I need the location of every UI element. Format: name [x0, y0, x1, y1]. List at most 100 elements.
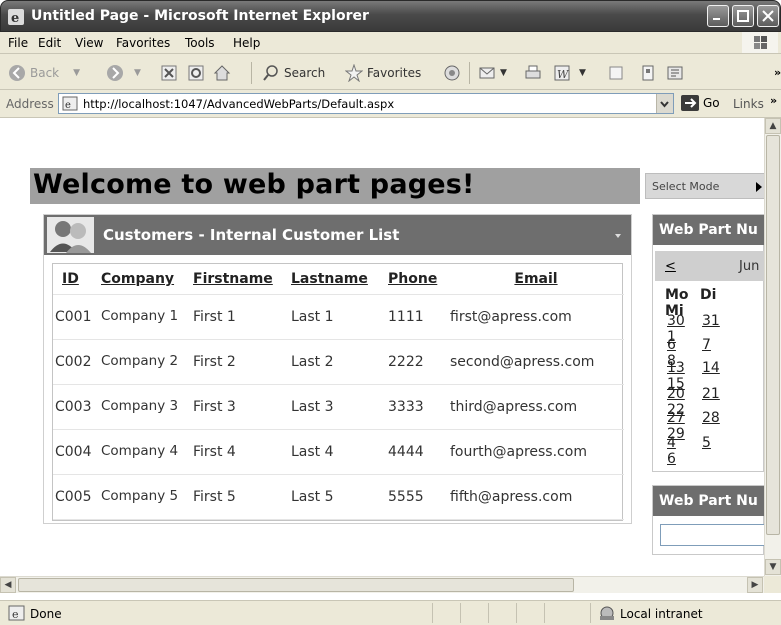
arrow-right-icon [756, 182, 762, 192]
links-button[interactable]: Links [733, 97, 764, 111]
back-arrow-icon [9, 65, 25, 81]
menu-view[interactable]: View [75, 36, 103, 50]
calendar-day[interactable]: 14 [702, 360, 737, 376]
cell-id: C002 [53, 339, 99, 385]
edit-dropdown-icon: ▼ [579, 68, 586, 78]
close-button[interactable] [757, 5, 779, 27]
research-button[interactable] [639, 63, 661, 83]
calendar-day[interactable]: 13 [667, 360, 702, 376]
minimize-icon [713, 18, 720, 20]
research-icon [642, 65, 654, 81]
home-button[interactable] [213, 63, 235, 83]
calendar-day[interactable]: 20 [667, 386, 702, 402]
search-button[interactable]: Search [262, 63, 325, 83]
address-dropdown-button[interactable] [656, 94, 673, 113]
cell-lastname: Last 5 [289, 474, 386, 520]
refresh-icon [188, 65, 204, 81]
cell-firstname: First 5 [191, 474, 289, 520]
minimize-button[interactable] [707, 5, 729, 27]
scroll-down-button[interactable]: ▼ [765, 559, 781, 575]
column-header-company[interactable]: Company [99, 264, 191, 295]
web-part-header: Web Part Nu [653, 486, 764, 516]
menu-edit[interactable]: Edit [38, 36, 61, 50]
go-button[interactable]: Go [681, 95, 720, 111]
calendar-day[interactable]: 4 [667, 435, 702, 451]
web-part-text-input[interactable] [660, 524, 764, 546]
maximize-button[interactable] [732, 5, 754, 27]
customers-web-part: Customers - Internal Customer List ID Co… [43, 214, 632, 524]
users-icon [47, 217, 94, 253]
status-divider [460, 603, 461, 623]
cell-company: Company 2 [99, 339, 191, 385]
search-label: Search [284, 66, 326, 80]
cell-email: second@apress.com [448, 339, 624, 385]
cell-email: third@apress.com [448, 384, 624, 430]
vertical-scroll-thumb[interactable] [766, 135, 780, 535]
chevron-down-icon [660, 101, 669, 108]
refresh-button[interactable] [187, 63, 209, 83]
menu-help[interactable]: Help [233, 36, 260, 50]
day-header: Di [700, 287, 717, 303]
favorites-button[interactable]: Favorites [345, 63, 421, 83]
calendar-day[interactable]: 30 [667, 313, 702, 329]
print-button[interactable] [524, 63, 546, 83]
horizontal-scroll-thumb[interactable] [18, 578, 574, 592]
cell-firstname: First 3 [191, 384, 289, 430]
status-divider [488, 603, 489, 623]
page-viewport: Welcome to web part pages! Select Mode C… [0, 118, 764, 576]
column-header-firstname[interactable]: Firstname [191, 264, 289, 295]
cell-lastname: Last 1 [289, 294, 386, 340]
calendar-day[interactable]: 28 [702, 410, 737, 426]
column-header-lastname[interactable]: Lastname [289, 264, 386, 295]
scroll-right-button[interactable]: ▶ [747, 577, 763, 593]
toolbar-overflow-icon[interactable]: » [774, 66, 781, 79]
calendar-day[interactable]: 21 [702, 386, 737, 402]
print-icon [525, 65, 541, 79]
forward-button[interactable]: ▼ [106, 63, 141, 83]
calendar-day[interactable]: 5 [702, 435, 737, 451]
address-field[interactable]: e http://localhost:1047/AdvancedWebParts… [58, 93, 674, 114]
status-divider [544, 603, 545, 623]
stop-button[interactable] [160, 63, 182, 83]
select-mode-menu[interactable]: Select Mode [645, 173, 764, 199]
discuss-button[interactable] [607, 63, 629, 83]
calendar-day[interactable]: 31 [702, 313, 737, 329]
web-part-menu-icon[interactable] [615, 234, 621, 238]
calendar-day[interactable]: 6 [667, 451, 702, 467]
menu-favorites[interactable]: Favorites [116, 36, 170, 50]
select-mode-label: Select Mode [652, 180, 720, 193]
cell-lastname: Last 4 [289, 429, 386, 475]
status-bar: e Done Local intranet [0, 600, 781, 625]
cell-lastname: Last 3 [289, 384, 386, 430]
scroll-left-button[interactable]: ◀ [0, 577, 16, 593]
column-header-email[interactable]: Email [448, 264, 624, 295]
menu-tools[interactable]: Tools [185, 36, 215, 50]
edit-button[interactable]: W ▼ [553, 63, 586, 83]
vertical-scrollbar[interactable]: ▲ ▼ [764, 118, 781, 576]
mail-button[interactable]: ▼ [478, 63, 507, 83]
calendar-prev-link[interactable]: < [665, 259, 676, 274]
web-part-header: Web Part Nu [653, 215, 764, 245]
horizontal-scrollbar[interactable]: ◀ ▶ [0, 576, 764, 593]
cell-email: fifth@apress.com [448, 474, 624, 520]
back-button[interactable]: Back ▼ [8, 63, 80, 83]
status-text: Done [30, 607, 62, 621]
column-header-phone[interactable]: Phone [386, 264, 448, 295]
messenger-button[interactable] [666, 63, 688, 83]
calendar-day[interactable]: 6 [667, 337, 702, 353]
toolbar: Back ▼ ▼ Search Favorites ▼ W ▼ » [0, 54, 781, 90]
calendar-day[interactable]: 27 [667, 410, 702, 426]
media-button[interactable] [443, 63, 465, 83]
calendar-day[interactable]: 7 [702, 337, 737, 353]
scroll-up-button[interactable]: ▲ [765, 118, 781, 134]
cell-company: Company 4 [99, 429, 191, 475]
address-label: Address [6, 97, 54, 111]
cell-firstname: First 2 [191, 339, 289, 385]
cell-company: Company 5 [99, 474, 191, 520]
web-part-title: Customers - Internal Customer List [103, 226, 400, 244]
go-arrow-icon [681, 95, 699, 111]
menu-file[interactable]: File [8, 36, 28, 50]
column-header-id[interactable]: ID [53, 264, 99, 295]
links-overflow-icon[interactable]: » [770, 94, 777, 107]
second-web-part: Web Part Nu [652, 485, 764, 555]
